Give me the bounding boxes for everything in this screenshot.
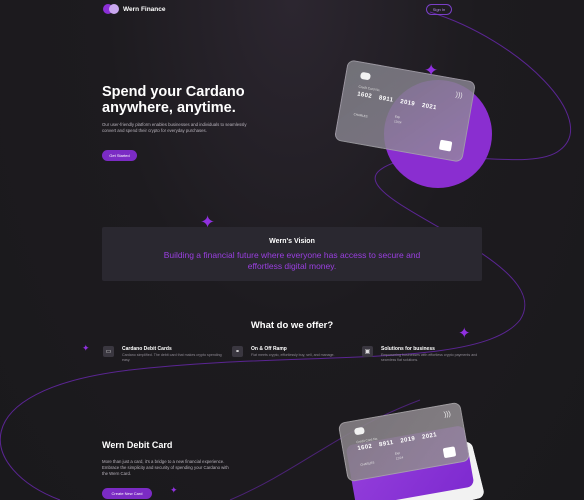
debit-description: More than just a card, it's a bridge to …	[102, 459, 229, 476]
debit-title: Wern Debit Card	[102, 440, 173, 450]
contactless-icon: )))	[443, 410, 452, 419]
card-number: 1602 8911 2019 2021	[356, 91, 438, 112]
card-chip-icon	[353, 426, 365, 436]
card-exp-value: 12/24	[393, 119, 402, 125]
offer-item-desc: Fiat meets crypto, effortlessly buy, sel…	[251, 353, 335, 357]
create-card-button[interactable]: Create New Card	[102, 488, 152, 499]
card-chip-icon	[359, 71, 371, 81]
offer-item-desc: Cardano simplified. The debit card that …	[122, 353, 222, 362]
logo-icon	[103, 4, 119, 14]
sparkle-icon: ✦	[82, 343, 90, 353]
vision-title: Wern's Vision	[269, 238, 315, 245]
card-brand-icon	[442, 446, 457, 459]
get-started-button[interactable]: Get Started	[102, 150, 137, 161]
offer-item-ramp: ⚭ On & Off Ramp Fiat meets crypto, effor…	[232, 345, 352, 371]
card-brand-icon	[438, 139, 453, 152]
offer-item-name: Solutions for business	[381, 346, 435, 352]
briefcase-icon: ▣	[362, 346, 373, 357]
vision-panel: Wern's Vision Building a financial futur…	[102, 227, 482, 281]
card-holder: CHARLES	[359, 460, 375, 467]
offer-item-name: On & Off Ramp	[251, 346, 287, 352]
contactless-icon: )))	[454, 91, 464, 100]
sparkle-icon: ✦	[424, 61, 439, 80]
offer-item-desc: Empowering businesses with effortless cr…	[381, 353, 478, 362]
card-holder: CHARLES	[353, 112, 368, 119]
offer-item-business: ▣ Solutions for business Empowering busi…	[362, 345, 482, 371]
offer-item-debit-cards: ▭ Cardano Debit Cards Cardano simplified…	[103, 345, 223, 371]
hero-title: Spend your Cardano anywhere, anytime.	[102, 84, 245, 116]
card-exp-value: 12/24	[395, 455, 404, 461]
brand-logo[interactable]: Wern Finance	[103, 4, 166, 14]
signin-button[interactable]: Sign In	[426, 4, 452, 15]
offer-item-name: Cardano Debit Cards	[122, 346, 172, 352]
vision-text: Building a financial future where everyo…	[163, 250, 421, 271]
hero-description: Our user-friendly platform enables busin…	[102, 122, 247, 133]
offer-title: What do we offer?	[250, 320, 334, 331]
brand-name: Wern Finance	[123, 5, 166, 13]
link-icon: ⚭	[232, 346, 243, 357]
sparkle-icon: ✦	[170, 485, 178, 495]
card-icon: ▭	[103, 346, 114, 357]
card-number: 1602 8911 2019 2021	[357, 432, 438, 453]
